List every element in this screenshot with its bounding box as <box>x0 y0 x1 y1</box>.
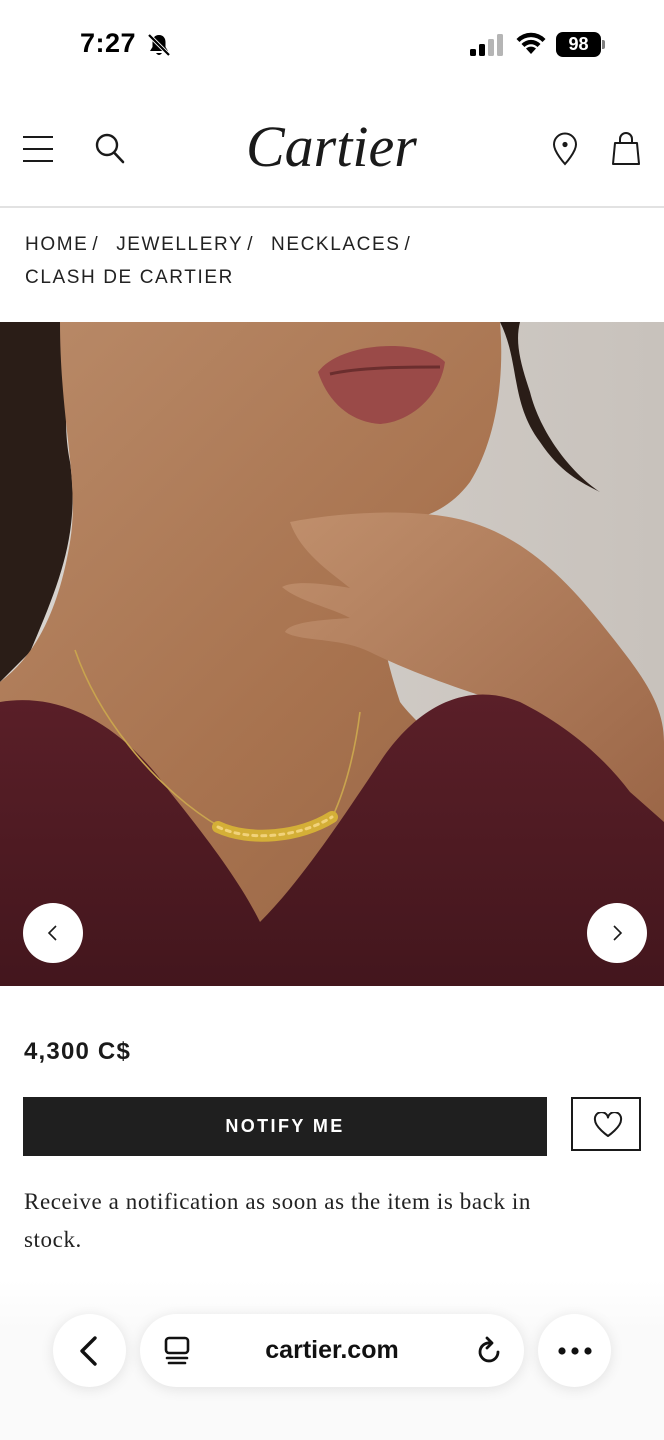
cellular-signal-icon <box>470 34 503 56</box>
breadcrumb-clash-de-cartier[interactable]: CLASH DE CARTIER <box>25 267 234 288</box>
stock-notification-text: Receive a notification as soon as the it… <box>24 1189 531 1252</box>
status-bar: 7:27 98 <box>0 0 664 92</box>
reload-icon[interactable] <box>476 1336 504 1366</box>
browser-back-button[interactable] <box>53 1314 126 1387</box>
product-price: 4,300 C$ <box>24 1038 132 1065</box>
breadcrumb-home[interactable]: HOME <box>25 234 88 255</box>
breadcrumb-separator: / <box>404 234 412 255</box>
status-time: 7:27 <box>80 28 137 58</box>
breadcrumb-separator: / <box>92 234 100 255</box>
breadcrumb-separator: / <box>247 234 255 255</box>
notify-me-button[interactable]: NOTIFY ME <box>23 1097 547 1156</box>
wishlist-button[interactable] <box>571 1097 641 1151</box>
carousel-next-button[interactable] <box>587 903 647 963</box>
breadcrumb-necklaces[interactable]: NECKLACES <box>271 234 401 255</box>
chevron-left-icon <box>47 925 57 941</box>
more-options-button[interactable] <box>538 1314 611 1387</box>
breadcrumb-jewellery[interactable]: JEWELLERY <box>116 234 243 255</box>
product-photo <box>0 322 664 986</box>
product-image-carousel[interactable] <box>0 322 664 986</box>
wifi-icon <box>516 32 546 54</box>
bell-slash-icon <box>147 33 171 57</box>
search-icon[interactable] <box>94 132 126 166</box>
battery-tip <box>602 40 605 49</box>
browser-toolbar: cartier.com <box>0 1280 664 1440</box>
battery-level: 98 <box>556 32 601 57</box>
site-header: Cartier <box>0 92 664 208</box>
heart-icon <box>593 1112 623 1137</box>
carousel-prev-button[interactable] <box>23 903 83 963</box>
address-bar[interactable]: cartier.com <box>140 1314 524 1387</box>
back-chevron-icon <box>80 1336 97 1366</box>
hamburger-icon[interactable] <box>22 134 54 164</box>
more-dots-icon <box>558 1347 592 1355</box>
url-text[interactable]: cartier.com <box>140 1314 524 1387</box>
cartier-logo[interactable]: Cartier <box>246 112 417 182</box>
breadcrumb: HOME / JEWELLERY / NECKLACES / CLASH DE CAR… <box>25 228 625 294</box>
battery-indicator: 98 <box>556 32 606 57</box>
location-pin-icon[interactable] <box>550 132 580 166</box>
chevron-right-icon <box>613 925 623 941</box>
shopping-bag-icon[interactable] <box>610 132 642 166</box>
